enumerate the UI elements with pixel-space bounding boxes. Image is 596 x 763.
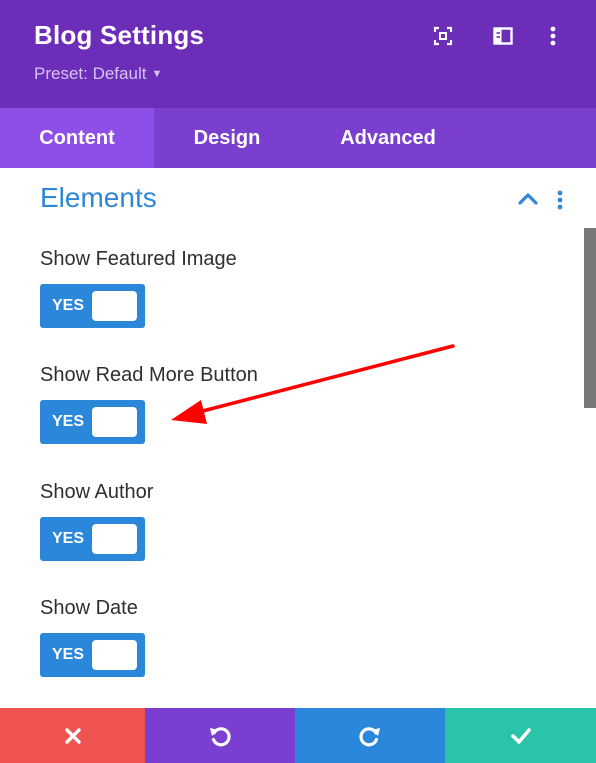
focus-icon[interactable] <box>429 22 457 50</box>
section-more-icon[interactable] <box>552 188 568 212</box>
toggle-state-label: YES <box>52 297 85 314</box>
tab-advanced[interactable]: Advanced <box>300 108 476 168</box>
save-button[interactable] <box>445 708 596 763</box>
close-icon <box>64 727 81 744</box>
field-label-date: Show Date <box>40 597 138 619</box>
settings-header: Blog Settings Preset: Default ▼ <box>0 0 596 108</box>
section-title[interactable]: Elements <box>40 182 157 214</box>
field-label-featured-image: Show Featured Image <box>40 248 237 270</box>
tab-design[interactable]: Design <box>154 108 300 168</box>
chevron-up-icon[interactable] <box>516 188 540 210</box>
toggle-knob <box>92 524 137 554</box>
more-vertical-icon[interactable] <box>539 22 567 50</box>
toggle-featured-image[interactable]: YES <box>40 284 145 328</box>
preset-label: Preset: Default <box>34 64 147 83</box>
toggle-knob <box>92 291 137 321</box>
redo-icon <box>359 726 380 746</box>
undo-button[interactable] <box>145 708 295 763</box>
toggle-state-label: YES <box>52 530 85 547</box>
toggle-knob <box>92 640 137 670</box>
check-icon <box>510 727 531 744</box>
tab-content[interactable]: Content <box>0 108 154 168</box>
action-footer <box>0 708 596 763</box>
toggle-date[interactable]: YES <box>40 633 145 677</box>
toggle-read-more[interactable]: YES <box>40 400 145 444</box>
toggle-state-label: YES <box>52 646 85 663</box>
sidebar-layout-icon[interactable] <box>489 22 517 50</box>
redo-button[interactable] <box>295 708 445 763</box>
tab-bar: Content Design Advanced <box>0 108 596 168</box>
field-label-read-more: Show Read More Button <box>40 364 258 386</box>
scrollbar-thumb[interactable] <box>584 228 596 408</box>
undo-icon <box>210 726 231 746</box>
settings-content: Elements Show Featured Image YES Show Re… <box>0 168 596 708</box>
discard-button[interactable] <box>0 708 145 763</box>
toggle-author[interactable]: YES <box>40 517 145 561</box>
preset-dropdown[interactable]: Preset: Default ▼ <box>34 64 162 84</box>
toggle-knob <box>92 407 137 437</box>
modal-title: Blog Settings <box>34 20 205 50</box>
caret-down-icon: ▼ <box>151 68 163 80</box>
field-label-author: Show Author <box>40 481 154 503</box>
toggle-state-label: YES <box>52 413 85 430</box>
